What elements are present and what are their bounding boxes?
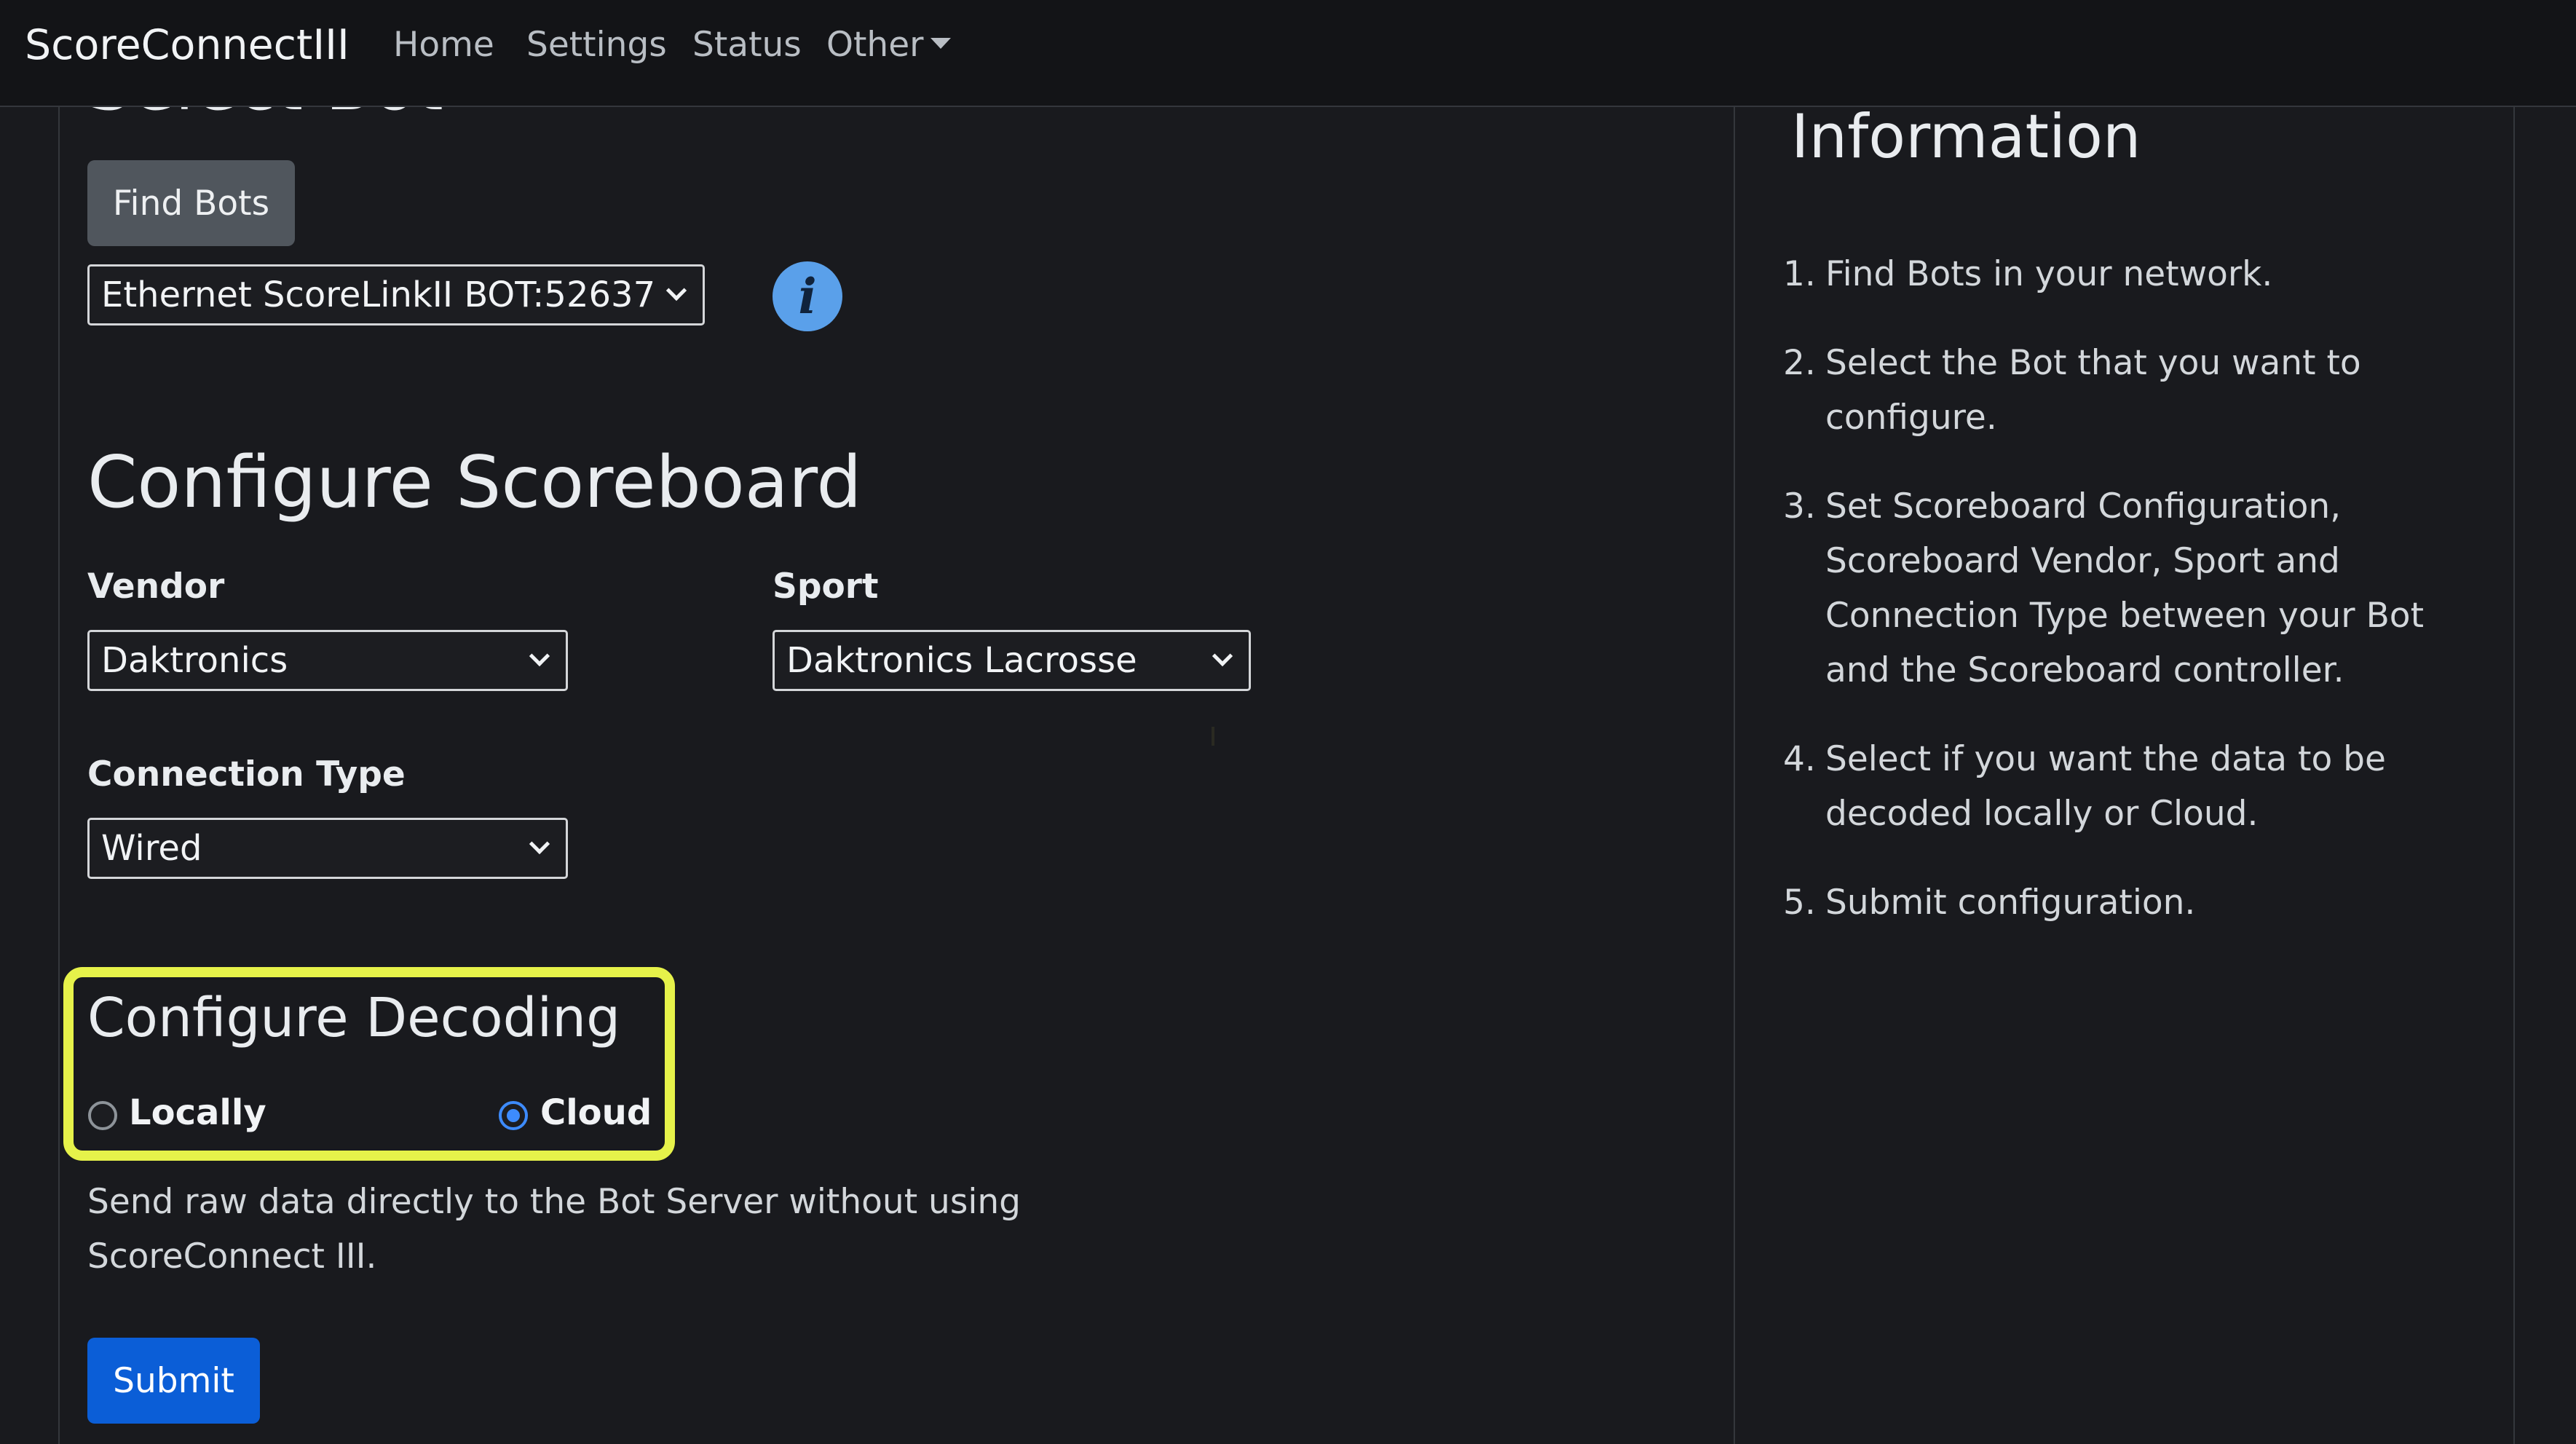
sport-select[interactable]: Daktronics Lacrosse (773, 630, 1251, 691)
step-text: Select if you want the data to be decode… (1825, 739, 2386, 834)
list-item: 4. Select if you want the data to be dec… (1783, 732, 2475, 841)
stray-mark (1212, 727, 1214, 746)
list-item: 5. Submit configuration. (1783, 875, 2475, 930)
chevron-down-icon (529, 645, 550, 667)
vendor-select[interactable]: Daktronics (87, 630, 568, 691)
step-number: 1. (1783, 254, 1816, 294)
bot-select-value: Ethernet ScoreLinkII BOT:52637 (101, 275, 656, 315)
column-divider (1734, 107, 1735, 1444)
information-steps: 1. Find Bots in your network. 2. Select … (1783, 247, 2475, 964)
navbar: ScoreConnectIII Home Settings Status Oth… (0, 0, 2576, 107)
chevron-down-icon (529, 833, 550, 855)
connection-type-select[interactable]: Wired (87, 818, 568, 879)
step-number: 3. (1783, 486, 1816, 526)
submit-button[interactable]: Submit (87, 1338, 260, 1424)
connection-type-label: Connection Type (87, 754, 406, 794)
bot-select[interactable]: Ethernet ScoreLinkII BOT:52637 (87, 264, 705, 326)
step-text: Select the Bot that you want to configur… (1825, 343, 2361, 438)
right-column-border (2513, 107, 2515, 1444)
step-number: 5. (1783, 883, 1816, 923)
list-item: 1. Find Bots in your network. (1783, 247, 2475, 301)
nav-other-dropdown[interactable]: Other (826, 23, 952, 67)
vendor-select-value: Daktronics (101, 640, 288, 681)
nav-home[interactable]: Home (393, 23, 494, 67)
nav-settings[interactable]: Settings (526, 23, 667, 67)
list-item: 2. Select the Bot that you want to confi… (1783, 336, 2475, 445)
list-item: 3. Set Scoreboard Configuration, Scorebo… (1783, 479, 2475, 698)
sport-select-value: Daktronics Lacrosse (786, 640, 1137, 681)
left-column-border (58, 107, 60, 1444)
caret-down-icon (931, 38, 952, 49)
step-number: 2. (1783, 343, 1816, 383)
sport-label: Sport (773, 567, 879, 607)
brand-logo[interactable]: ScoreConnectIII (25, 19, 349, 71)
nav-status[interactable]: Status (692, 23, 802, 67)
nav-other-label: Other (826, 25, 924, 65)
step-text: Submit configuration. (1825, 883, 2196, 923)
step-text: Find Bots in your network. (1825, 254, 2273, 294)
radio-cloud-label[interactable]: Cloud (540, 1091, 652, 1135)
radio-locally[interactable] (88, 1101, 117, 1130)
chevron-down-icon (1212, 645, 1233, 667)
configure-decoding-heading: Configure Decoding (87, 987, 621, 1049)
step-text: Set Scoreboard Configuration, Scoreboard… (1825, 486, 2424, 690)
vendor-label: Vendor (87, 567, 225, 607)
find-bots-button[interactable]: Find Bots (87, 160, 295, 246)
information-heading: Information (1791, 101, 2141, 172)
info-icon[interactable]: i (773, 261, 842, 331)
step-number: 4. (1783, 739, 1816, 779)
chevron-down-icon (665, 280, 687, 301)
decoding-description: Send raw data directly to the Bot Server… (87, 1182, 1022, 1277)
radio-cloud[interactable] (499, 1101, 528, 1130)
connection-type-select-value: Wired (101, 828, 202, 869)
radio-locally-label[interactable]: Locally (129, 1091, 266, 1135)
configure-scoreboard-heading: Configure Scoreboard (87, 441, 862, 524)
